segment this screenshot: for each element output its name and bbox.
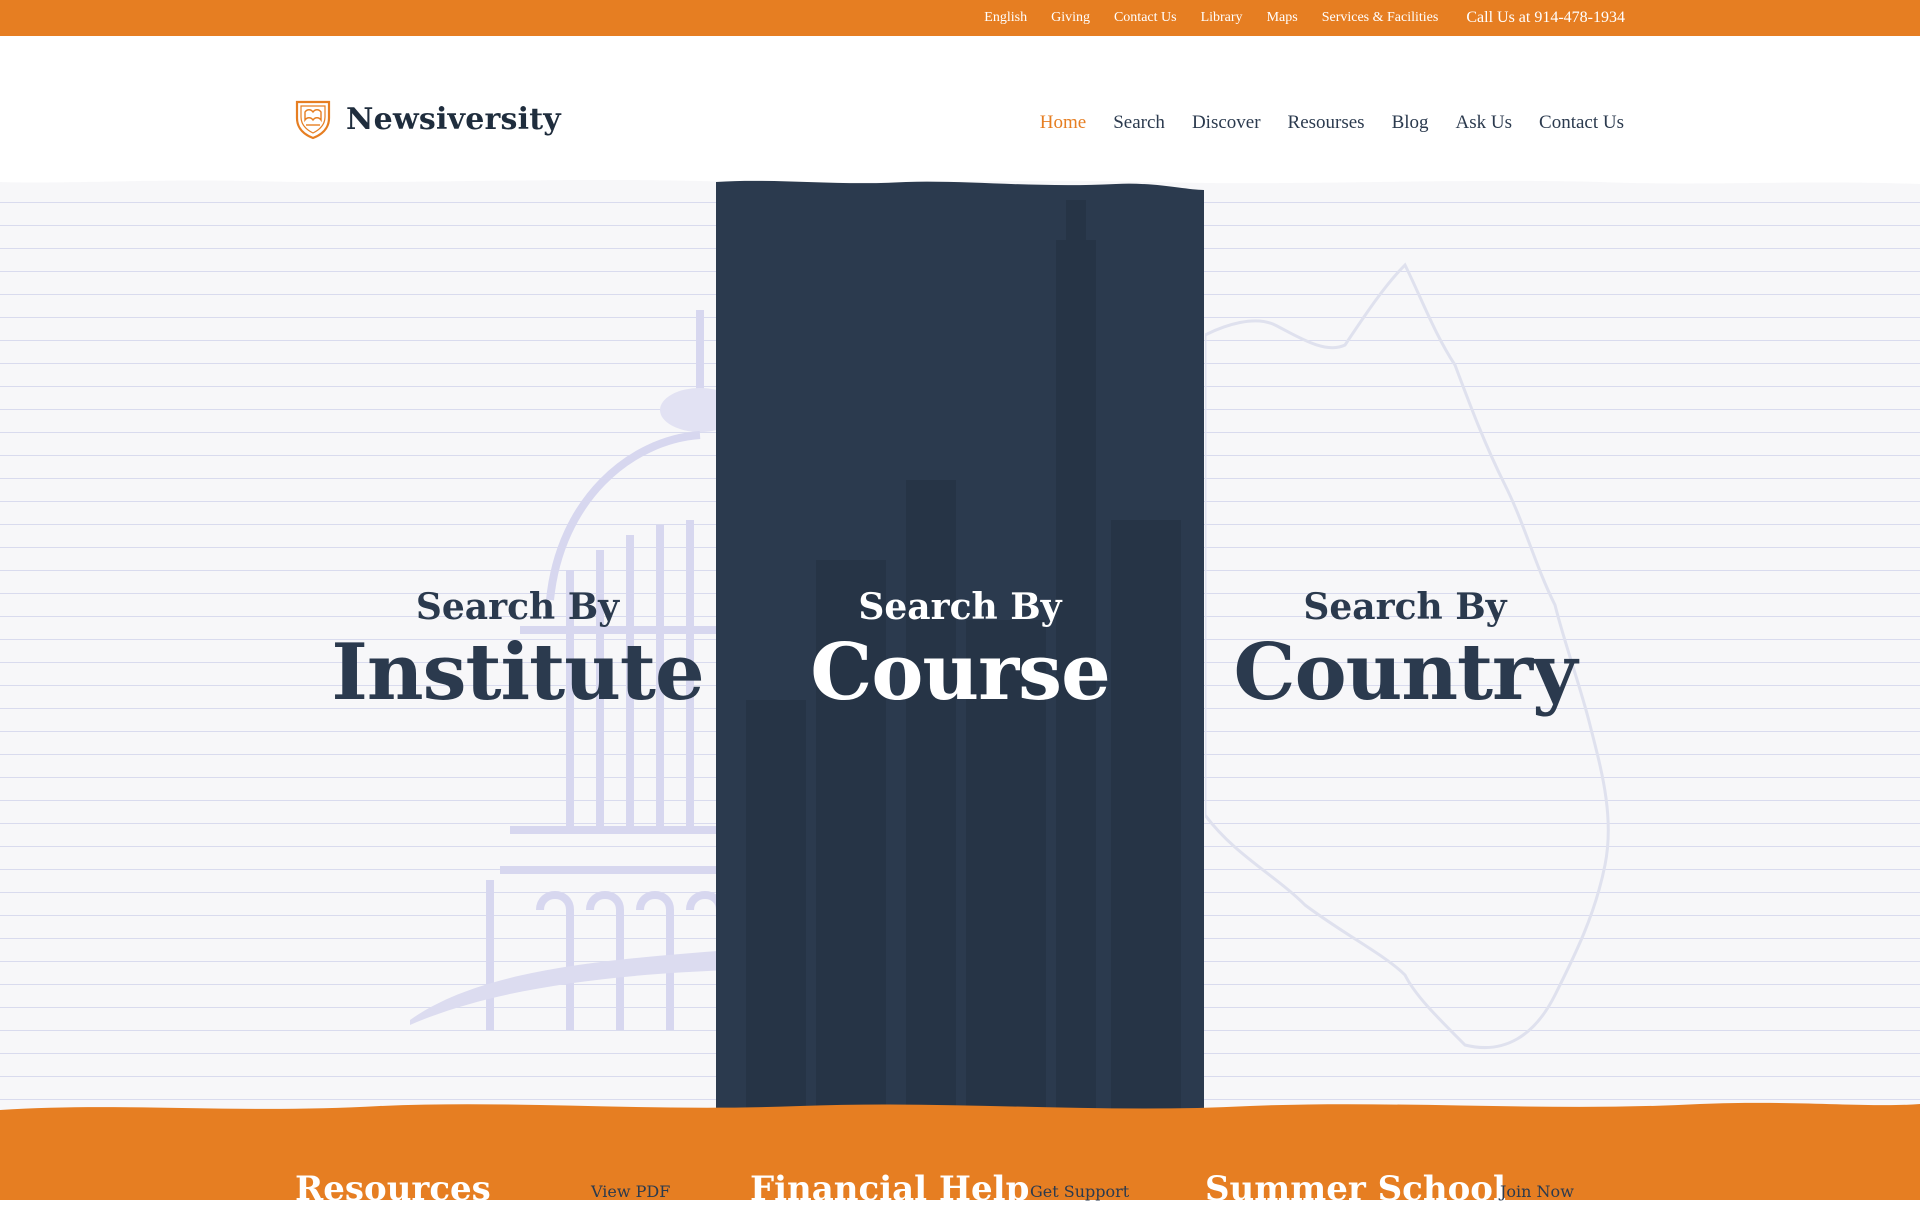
nav-item-ask-us[interactable]: Ask Us [1456,112,1512,134]
main-nav: Home Search Discover Resourses Blog Ask … [1040,112,1624,134]
nav-item-contact[interactable]: Contact Us [1539,112,1624,134]
country-prefix: Search By [1303,586,1507,629]
torn-orange-edge [0,1102,1920,1126]
top-link-library[interactable]: Library [1201,10,1243,26]
get-support-button[interactable]: Get Support [1030,1182,1170,1201]
brand-logo[interactable]: Newsiversity [294,98,561,140]
nav-item-discover[interactable]: Discover [1192,112,1261,134]
top-link-contact[interactable]: Contact Us [1114,10,1177,26]
search-by-institute[interactable]: Search By Institute [320,180,715,1120]
top-bar: English Giving Contact Us Library Maps S… [0,0,1920,36]
nav-item-search[interactable]: Search [1113,112,1165,134]
join-now-button[interactable]: Join Now [1500,1182,1624,1201]
hero-section: Search By Institute Search By Course Sea… [0,172,1920,1123]
view-pdf-button[interactable]: View PDF [591,1182,715,1201]
shield-crest-icon [295,100,331,140]
institute-prefix: Search By [415,586,620,629]
top-link-services[interactable]: Services & Facilities [1322,10,1439,26]
phone-number[interactable]: Call Us at 914-478-1934 [1466,9,1625,27]
promo-resources-title: Resources [295,1169,491,1209]
nav-item-resources[interactable]: Resourses [1288,112,1365,134]
promo-financial-help: Financial Help [750,1172,1029,1206]
institute-label: Institute [331,627,704,719]
nav-item-home[interactable]: Home [1040,112,1086,134]
top-link-giving[interactable]: Giving [1051,10,1090,26]
promo-financial-help-title: Financial Help [750,1169,1030,1209]
search-by-course[interactable]: Search By Course [716,180,1204,1120]
course-label: Course [810,627,1110,719]
search-by-country[interactable]: Search By Country [1205,180,1605,1120]
promo-summer-school: Summer School [1205,1172,1506,1206]
top-link-english[interactable]: English [984,10,1027,26]
top-link-maps[interactable]: Maps [1267,10,1298,26]
top-links: English Giving Contact Us Library Maps S… [984,0,1625,36]
country-label: Country [1233,627,1578,719]
brand-name: Newsiversity [346,101,561,137]
site-header: Newsiversity Home Search Discover Resour… [0,36,1920,186]
nav-item-blog[interactable]: Blog [1392,112,1429,134]
promo-resources: Resources [295,1172,491,1206]
course-prefix: Search By [858,586,1062,629]
promo-summer-school-title: Summer School [1205,1169,1506,1209]
